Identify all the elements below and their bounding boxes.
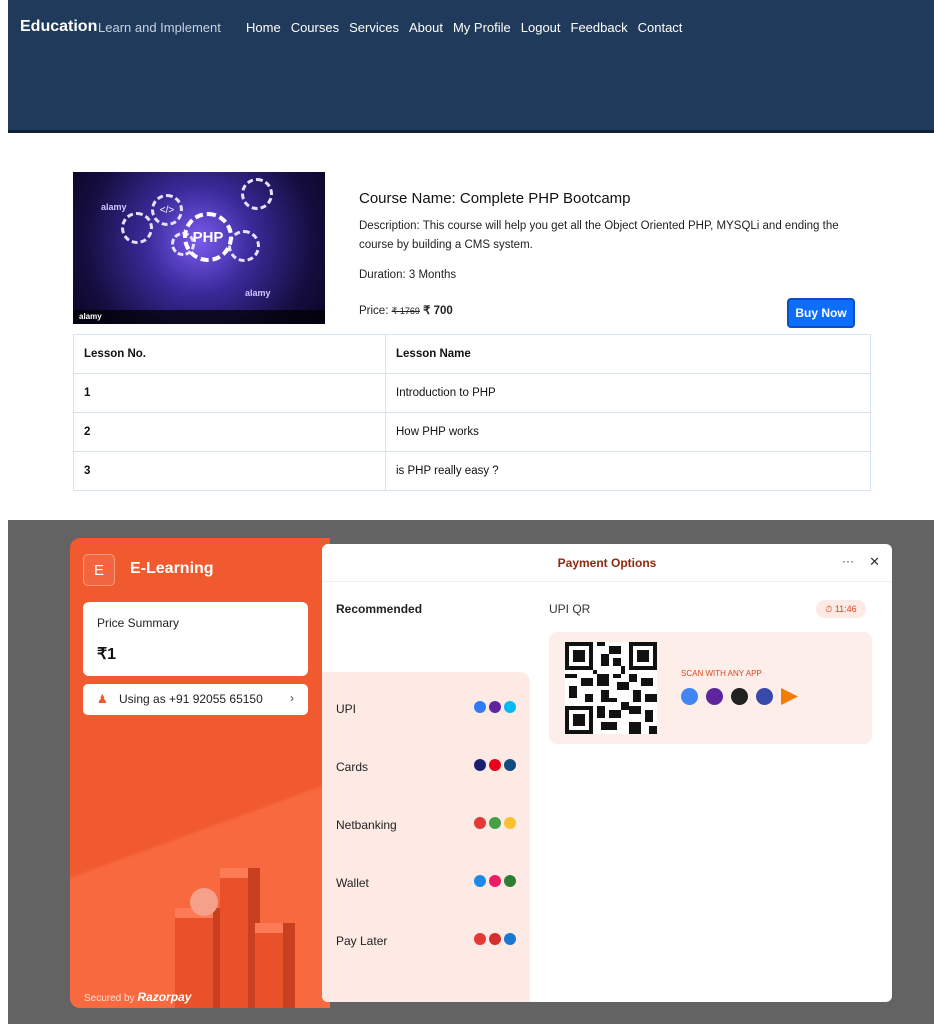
nav-feedback[interactable]: Feedback	[571, 20, 628, 35]
upi-icon	[781, 688, 798, 705]
nav-contact[interactable]: Contact	[638, 20, 683, 35]
qr-card: SCAN WITH ANY APP	[549, 632, 872, 744]
panel-title: Payment Options	[557, 556, 657, 570]
pay-later-icons	[474, 933, 516, 945]
payment-panel: Payment Options ··· ✕ Recommended UPI Ca…	[322, 544, 892, 1002]
google-pay-icon	[681, 688, 698, 705]
course-image: </> PHP alamy alamy alamy	[73, 172, 325, 324]
image-watermark: alamy	[101, 202, 127, 212]
secured-by: Secured by Razorpay	[84, 990, 191, 1004]
merchant-logo: E	[83, 554, 115, 586]
method-netbanking[interactable]: Netbanking	[336, 817, 516, 832]
nav-about[interactable]: About	[409, 20, 443, 35]
chevron-right-icon: ›	[290, 691, 294, 705]
upi-qr-label: UPI QR	[549, 602, 591, 616]
method-label: UPI	[336, 702, 357, 716]
course-price: Price: ₹ 1769 ₹ 700	[359, 303, 453, 317]
paytm-icon	[731, 688, 748, 705]
method-cards[interactable]: Cards	[336, 759, 516, 774]
lesson-name: Introduction to PHP	[385, 373, 871, 413]
new-price: ₹ 700	[423, 305, 453, 317]
nav-my-profile[interactable]: My Profile	[453, 20, 511, 35]
image-credit-bar: alamy	[73, 310, 325, 324]
nav-courses[interactable]: Courses	[291, 20, 339, 35]
bhim-icon	[756, 688, 773, 705]
user-contact-button[interactable]: ♟ Using as +91 92055 65150 ›	[83, 684, 308, 715]
column-header: Lesson No.	[73, 334, 386, 374]
method-label: Netbanking	[336, 818, 397, 832]
main-nav: Home Courses Services About My Profile L…	[246, 20, 682, 35]
brand-logo[interactable]: Education	[20, 18, 97, 36]
gear-icon	[241, 178, 273, 210]
countdown-timer: ⏱ 11:46	[816, 600, 866, 618]
lesson-name: How PHP works	[385, 412, 871, 452]
timer-value: 11:46	[834, 604, 857, 614]
course-duration: Duration: 3 Months	[359, 269, 457, 281]
table-header-row: Lesson No. Lesson Name	[73, 334, 871, 374]
recommended-label: Recommended	[336, 602, 423, 616]
method-label: Pay Later	[336, 934, 388, 948]
method-label: Cards	[336, 760, 369, 774]
code-gear-icon: </>	[151, 194, 183, 226]
secured-prefix: Secured by	[84, 993, 135, 1004]
laptop-gear-icon	[121, 212, 153, 244]
lesson-name: is PHP really easy ?	[385, 451, 871, 491]
user-icon: ♟	[97, 692, 108, 706]
method-label: Wallet	[336, 876, 369, 890]
nav-logout[interactable]: Logout	[521, 20, 561, 35]
method-wallet[interactable]: Wallet	[336, 875, 516, 890]
method-upi[interactable]: UPI	[336, 701, 516, 716]
old-price: ₹ 1769	[391, 306, 420, 316]
checkout-sidebar: E E-Learning Price Summary ₹1 ♟ Using as…	[70, 538, 330, 1008]
table-row: 3 is PHP really easy ?	[73, 451, 871, 491]
nav-services[interactable]: Services	[349, 20, 399, 35]
razorpay-logo: Razorpay	[137, 990, 192, 1004]
payment-methods: Recommended UPI Cards Netbanking Wallet …	[322, 582, 530, 1002]
bank-icons	[474, 817, 516, 829]
qr-code[interactable]	[565, 642, 657, 734]
upi-apps	[681, 688, 798, 705]
php-gear-icon: PHP	[183, 212, 233, 262]
card-network-icons	[474, 759, 516, 771]
navbar: Education Learn and Implement Home Cours…	[8, 0, 934, 133]
upi-app-icons	[474, 701, 516, 713]
price-summary-card: Price Summary ₹1	[83, 602, 308, 676]
course-name: Course Name: Complete PHP Bootcamp	[359, 190, 631, 207]
wallet-icons	[474, 875, 516, 887]
amount-value: ₹1	[97, 646, 117, 663]
scan-instruction: SCAN WITH ANY APP	[681, 669, 762, 678]
course-details: Course Name: Complete PHP Bootcamp Descr…	[359, 190, 859, 281]
method-list	[322, 672, 530, 1002]
user-contact: Using as +91 92055 65150	[119, 692, 263, 706]
course-description: Description: This course will help you g…	[359, 220, 839, 251]
close-icon[interactable]: ✕	[869, 554, 880, 570]
lesson-number: 2	[73, 412, 386, 452]
price-summary-label: Price Summary	[97, 616, 180, 630]
image-watermark: alamy	[245, 288, 271, 298]
method-pay-later[interactable]: Pay Later	[336, 933, 516, 948]
column-header: Lesson Name	[385, 334, 871, 374]
lessons-table: Lesson No. Lesson Name 1 Introduction to…	[73, 334, 871, 491]
image-credit: alamy	[79, 312, 102, 321]
timer-icon: ⏱	[825, 603, 835, 614]
price-label: Price:	[359, 305, 389, 317]
more-options-icon[interactable]: ···	[842, 554, 854, 568]
table-row: 2 How PHP works	[73, 412, 871, 452]
lesson-number: 1	[73, 373, 386, 413]
nav-home[interactable]: Home	[246, 20, 281, 35]
table-row: 1 Introduction to PHP	[73, 373, 871, 413]
panel-header: Payment Options ··· ✕	[322, 544, 892, 582]
brand-tagline: Learn and Implement	[98, 20, 221, 35]
merchant-name: E-Learning	[130, 560, 214, 577]
lesson-number: 3	[73, 451, 386, 491]
phonepe-icon	[706, 688, 723, 705]
buy-now-button[interactable]: Buy Now	[787, 298, 855, 328]
